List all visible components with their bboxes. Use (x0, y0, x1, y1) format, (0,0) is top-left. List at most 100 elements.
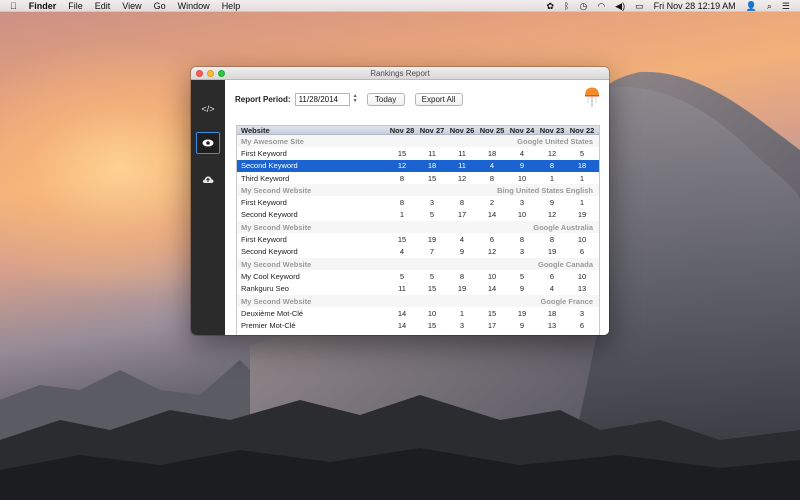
table-group-row[interactable]: My Awesome Site Google United States (237, 135, 599, 148)
menu-edit[interactable]: Edit (95, 1, 111, 11)
cloud-upload-icon[interactable] (196, 168, 220, 190)
date-stepper[interactable]: ▲ ▼ (352, 93, 359, 106)
rank-value-cell: 19 (547, 247, 557, 257)
volume-icon[interactable]: ◀) (615, 0, 625, 12)
rank-value-cell: 1 (579, 173, 585, 183)
time-machine-icon[interactable]: ◷ (579, 0, 587, 12)
table-row[interactable]: Second Keyword 4 7 9 12 3 19 6 (237, 246, 599, 258)
rank-value-cell: 17 (457, 210, 467, 220)
table-row[interactable]: Deuxième Mot-Clé 14 10 1 15 19 18 3 (237, 307, 599, 319)
report-period-label: Report Period: (235, 94, 291, 104)
rank-value-cell: 19 (577, 210, 587, 220)
window-titlebar[interactable]: Rankings Report (191, 67, 609, 80)
eye-icon[interactable] (196, 132, 220, 154)
menu-file[interactable]: File (68, 1, 83, 11)
table-row[interactable]: My Cool Keyword 5 5 8 10 5 6 10 (237, 270, 599, 282)
menu-view[interactable]: View (122, 1, 141, 11)
table-row[interactable]: Second Keyword 1 5 17 14 10 12 19 (237, 209, 599, 221)
column-header-date[interactable]: Nov 23 (537, 126, 567, 135)
table-row[interactable]: Rankguru Seo 11 15 19 14 9 4 13 (237, 283, 599, 295)
export-all-button[interactable]: Export All (414, 92, 463, 106)
rank-value-cell: 12 (547, 210, 557, 220)
rank-value-cell: 14 (487, 284, 497, 294)
column-header-date[interactable]: Nov 27 (417, 126, 447, 135)
rank-value-cell: 5 (399, 271, 405, 281)
rank-value-cell: 17 (487, 321, 497, 331)
rank-value-cell: 4 (459, 235, 465, 245)
keyword-name: Third Keyword (241, 173, 290, 183)
table-group-row[interactable]: My Second Website Google Canada (237, 257, 599, 271)
notification-center-icon[interactable]: ☰ (782, 0, 790, 12)
table-row[interactable]: First Keyword 15 11 11 18 4 12 5 (237, 147, 599, 159)
rank-value-cell: 6 (579, 321, 585, 331)
menu-help[interactable]: Help (222, 1, 241, 11)
table-header: Website Nov 28 Nov 27 Nov 26 Nov 25 Nov … (237, 126, 599, 135)
rank-value-cell: 18 (427, 161, 437, 171)
report-period-date-field[interactable]: 11/28/2014 (294, 92, 350, 106)
rank-value-cell: 10 (577, 271, 587, 281)
sidebar: </> (191, 80, 225, 335)
rank-value-cell: 11 (398, 284, 406, 294)
status-app-icon[interactable]: ✿ (547, 0, 555, 12)
rank-value-cell: 10 (577, 235, 587, 245)
battery-icon[interactable]: ▭ (635, 0, 644, 12)
bluetooth-icon[interactable]: ᛒ (564, 0, 569, 12)
window-minimize-button[interactable] (207, 70, 214, 77)
table-row[interactable]: Third Keyword 8 15 12 8 10 1 1 (237, 172, 599, 184)
user-icon[interactable]: 👤 (746, 0, 757, 12)
table-row[interactable]: Premier Mot-Clé 14 15 3 17 9 13 6 (237, 319, 599, 331)
window-close-button[interactable] (196, 70, 203, 77)
rank-value-cell: 9 (459, 247, 465, 257)
rank-value-cell: 3 (519, 198, 525, 208)
window-title: Rankings Report (370, 69, 430, 78)
spotlight-search-icon[interactable]: ⌕ (767, 0, 772, 12)
table-group-row[interactable]: My Second Website Google France (237, 294, 599, 308)
code-icon[interactable]: </> (196, 98, 220, 120)
rank-value-cell: 4 (519, 148, 525, 158)
rank-value-cell: 15 (427, 173, 437, 183)
column-header-website[interactable]: Website (237, 126, 387, 135)
column-header-date[interactable]: Nov 25 (477, 126, 507, 135)
keyword-name: First Keyword (241, 198, 287, 208)
rank-value-cell: 19 (427, 235, 437, 245)
rank-value-cell: 9 (519, 321, 525, 331)
keyword-name: Second Keyword (241, 210, 298, 220)
column-header-date[interactable]: Nov 22 (567, 126, 597, 135)
rank-value-cell: 12 (487, 247, 497, 257)
window-zoom-button[interactable] (218, 70, 225, 77)
rank-value-cell: 9 (519, 284, 525, 294)
rank-value-cell: 4 (399, 247, 405, 257)
keyword-name: Second Keyword (241, 247, 298, 257)
rank-value-cell: 10 (427, 308, 437, 318)
rank-value-cell: 3 (429, 198, 435, 208)
rank-value-cell: 11 (458, 161, 466, 171)
rank-value-cell: 19 (457, 284, 467, 294)
column-header-date[interactable]: Nov 26 (447, 126, 477, 135)
rank-value-cell: 13 (547, 321, 557, 331)
column-header-date[interactable]: Nov 28 (387, 126, 417, 135)
rank-value-cell: 3 (459, 321, 465, 331)
rank-value-cell: 12 (457, 173, 467, 183)
menu-go[interactable]: Go (154, 1, 166, 11)
menu-window[interactable]: Window (178, 1, 210, 11)
column-header-date[interactable]: Nov 24 (507, 126, 537, 135)
rank-value-cell: 19 (517, 308, 527, 318)
table-row[interactable]: Second Keyword 12 18 11 4 9 8 18 (237, 159, 599, 172)
rank-value-cell: 15 (427, 284, 437, 294)
rank-value-cell: 14 (397, 308, 407, 318)
apple-logo-icon[interactable]:  (10, 0, 17, 12)
rank-value-cell: 15 (397, 235, 407, 245)
table-row[interactable]: First Keyword 15 19 4 6 8 8 10 (237, 233, 599, 245)
rank-value-cell: 9 (549, 198, 555, 208)
rank-value-cell: 12 (547, 148, 557, 158)
toolbar: Report Period: 11/28/2014 ▲ ▼ Today Expor… (235, 90, 599, 108)
menu-app-name[interactable]: Finder (29, 1, 57, 11)
table-group-row[interactable]: My Second Website Bing United States Engl… (237, 184, 599, 197)
table-group-row[interactable]: My Second Website Google Australia (237, 221, 599, 234)
today-button[interactable]: Today (366, 92, 405, 106)
keyword-name: First Keyword (241, 235, 287, 245)
wifi-icon[interactable]: ◠ (597, 0, 605, 12)
table-row[interactable]: First Keyword 8 3 8 2 3 9 1 (237, 196, 599, 208)
menu-clock[interactable]: Fri Nov 28 12:19 AM (654, 1, 736, 11)
rank-value-cell: 6 (579, 247, 585, 257)
